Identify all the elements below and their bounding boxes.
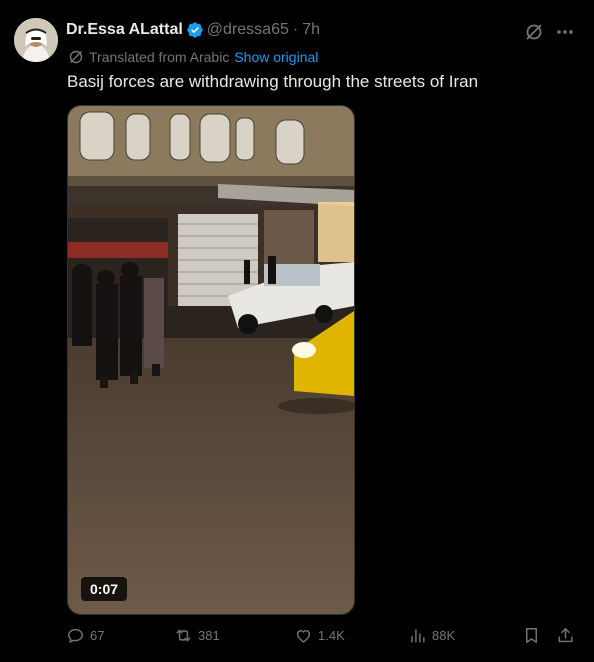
bookmark-icon — [526, 628, 537, 643]
repost-icon — [176, 629, 191, 642]
reply-count: 67 — [90, 628, 105, 643]
share-icon — [558, 628, 573, 643]
tweet-text: Basij forces are withdrawing through the… — [67, 72, 479, 91]
heart-icon — [296, 630, 311, 643]
translated-label: Translated from Arabic — [89, 49, 230, 65]
tweet-actions: 67 381 1.4K 88K — [66, 626, 578, 648]
author-handle[interactable]: @dressa65 — [207, 21, 289, 39]
video-duration: 0:07 — [81, 577, 128, 601]
translation-notice: Translated from Arabic Show original — [68, 49, 318, 65]
grok-icon[interactable] — [524, 22, 544, 42]
like-count: 1.4K — [318, 628, 345, 643]
tweet-header: Dr.Essa ALattal @dressa65 · 7h — [66, 21, 534, 39]
share-button[interactable] — [556, 626, 575, 645]
reply-icon — [68, 628, 83, 644]
separator: · — [292, 21, 299, 38]
repost-button[interactable]: 381 — [174, 626, 220, 645]
translate-icon — [68, 49, 84, 65]
video-thumbnail[interactable] — [68, 106, 354, 614]
views-icon — [411, 629, 425, 643]
avatar[interactable] — [14, 18, 58, 62]
video-player[interactable]: 0:07 — [67, 105, 355, 615]
views-button[interactable]: 88K — [408, 626, 455, 645]
reply-button[interactable]: 67 — [66, 626, 104, 645]
more-options-icon[interactable] — [555, 22, 575, 42]
verified-badge-icon[interactable] — [186, 21, 204, 39]
show-original-link[interactable]: Show original — [234, 49, 318, 65]
timestamp[interactable]: 7h — [302, 21, 320, 39]
views-count: 88K — [432, 628, 456, 643]
like-button[interactable]: 1.4K — [294, 626, 345, 645]
bookmark-button[interactable] — [522, 626, 541, 645]
tweet[interactable]: Dr.Essa ALattal @dressa65 · 7h Translate… — [0, 0, 594, 662]
author-name[interactable]: Dr.Essa ALattal — [66, 21, 183, 39]
repost-count: 381 — [198, 628, 220, 643]
